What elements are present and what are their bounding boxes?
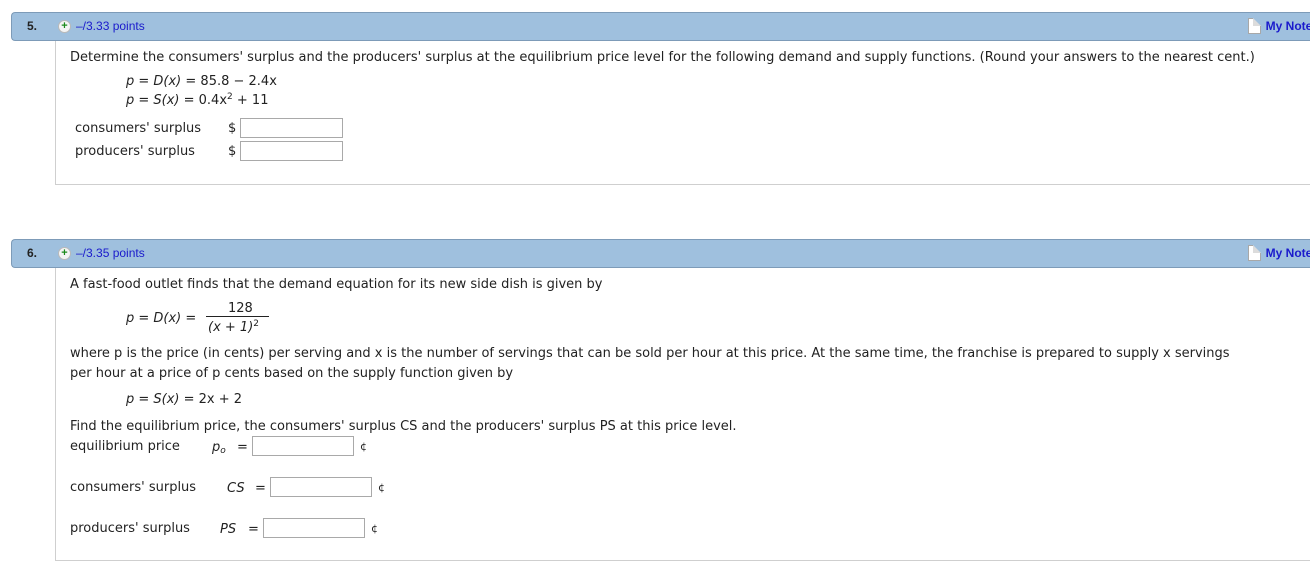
note-page-icon bbox=[1247, 18, 1261, 34]
my-notes-button[interactable]: My Notes bbox=[1247, 245, 1310, 261]
expand-plus-icon[interactable]: + bbox=[58, 247, 71, 260]
supply-lhs: p = S(x) = bbox=[126, 392, 199, 407]
denominator-text: (x + 1) bbox=[208, 320, 254, 335]
symbol-ps: PS bbox=[220, 522, 237, 537]
demand-denominator: (x + 1)2 bbox=[208, 319, 259, 335]
equals-sign: = bbox=[248, 522, 259, 537]
dollar-unit: $ bbox=[228, 144, 237, 159]
where-text-line-1: where p is the price (in cents) per serv… bbox=[70, 346, 1230, 361]
consumers-surplus-input[interactable] bbox=[240, 118, 343, 138]
question-number: 6. bbox=[27, 246, 38, 260]
demand-equation: p = D(x) = 85.8 − 2.4x bbox=[126, 74, 277, 89]
demand-lhs: p = D(x) = bbox=[126, 74, 201, 89]
supply-equation: p = S(x) = 2x + 2 bbox=[126, 392, 242, 407]
note-page-icon bbox=[1247, 245, 1261, 261]
denominator-exponent: 2 bbox=[253, 319, 259, 329]
producers-surplus-label: producers' surplus bbox=[70, 521, 190, 536]
demand-rhs: 85.8 − 2.4x bbox=[200, 74, 277, 89]
producers-surplus-label: producers' surplus bbox=[75, 144, 195, 159]
cent-unit: ¢ bbox=[371, 522, 378, 535]
cent-unit: ¢ bbox=[360, 440, 367, 453]
fraction-bar bbox=[206, 316, 269, 317]
consumers-surplus-label: consumers' surplus bbox=[75, 121, 202, 136]
question-intro: A fast-food outlet finds that the demand… bbox=[70, 277, 603, 292]
cs-symbol: CS bbox=[227, 481, 245, 496]
question-body: A fast-food outlet finds that the demand… bbox=[55, 268, 1310, 561]
equals-sign: = bbox=[255, 481, 266, 496]
expand-plus-icon[interactable]: + bbox=[58, 20, 71, 33]
symbol-cs: CS bbox=[227, 481, 245, 496]
consumers-surplus-input[interactable] bbox=[270, 477, 372, 497]
dollar-unit: $ bbox=[228, 121, 237, 136]
ps-symbol: PS bbox=[220, 522, 236, 537]
consumers-surplus-label: consumers' surplus bbox=[70, 480, 197, 495]
my-notes-label: My Notes bbox=[1265, 246, 1310, 260]
points-label: –/3.33 points bbox=[76, 19, 145, 33]
question-number: 5. bbox=[27, 19, 38, 33]
my-notes-button[interactable]: My Notes bbox=[1247, 18, 1310, 34]
question-prompt: Determine the consumers' surplus and the… bbox=[70, 50, 1255, 65]
supply-equation: p = S(x) = 0.4x2 + 11 bbox=[126, 92, 268, 108]
find-instruction: Find the equilibrium price, the consumer… bbox=[70, 419, 737, 434]
demand-numerator: 128 bbox=[228, 301, 253, 316]
where-text-line-2: per hour at a price of p cents based on … bbox=[70, 366, 514, 381]
equals-sign: = bbox=[237, 440, 248, 455]
supply-lhs: p = S(x) = bbox=[126, 93, 199, 108]
supply-base: 0.4x bbox=[198, 93, 228, 108]
demand-lhs: p = D(x) = bbox=[126, 311, 196, 326]
my-notes-label: My Notes bbox=[1265, 19, 1310, 33]
question-header: 5. + –/3.33 points My Notes bbox=[11, 12, 1310, 41]
symbol-sub: o bbox=[220, 446, 226, 456]
producers-surplus-input[interactable] bbox=[263, 518, 365, 538]
points-label: –/3.35 points bbox=[76, 246, 145, 260]
equilibrium-price-input[interactable] bbox=[252, 436, 354, 456]
question-body: Determine the consumers' surplus and the… bbox=[55, 41, 1310, 185]
producers-surplus-input[interactable] bbox=[240, 141, 343, 161]
cent-unit: ¢ bbox=[378, 481, 385, 494]
equilibrium-price-label: equilibrium price bbox=[70, 439, 180, 454]
supply-tail: + 11 bbox=[232, 93, 269, 108]
question-header: 6. + –/3.35 points My Notes bbox=[11, 239, 1310, 268]
equilibrium-price-symbol: po bbox=[212, 440, 226, 456]
supply-rhs: 2x + 2 bbox=[198, 392, 243, 407]
demand-lhs-text: p = D(x) = bbox=[126, 311, 197, 326]
